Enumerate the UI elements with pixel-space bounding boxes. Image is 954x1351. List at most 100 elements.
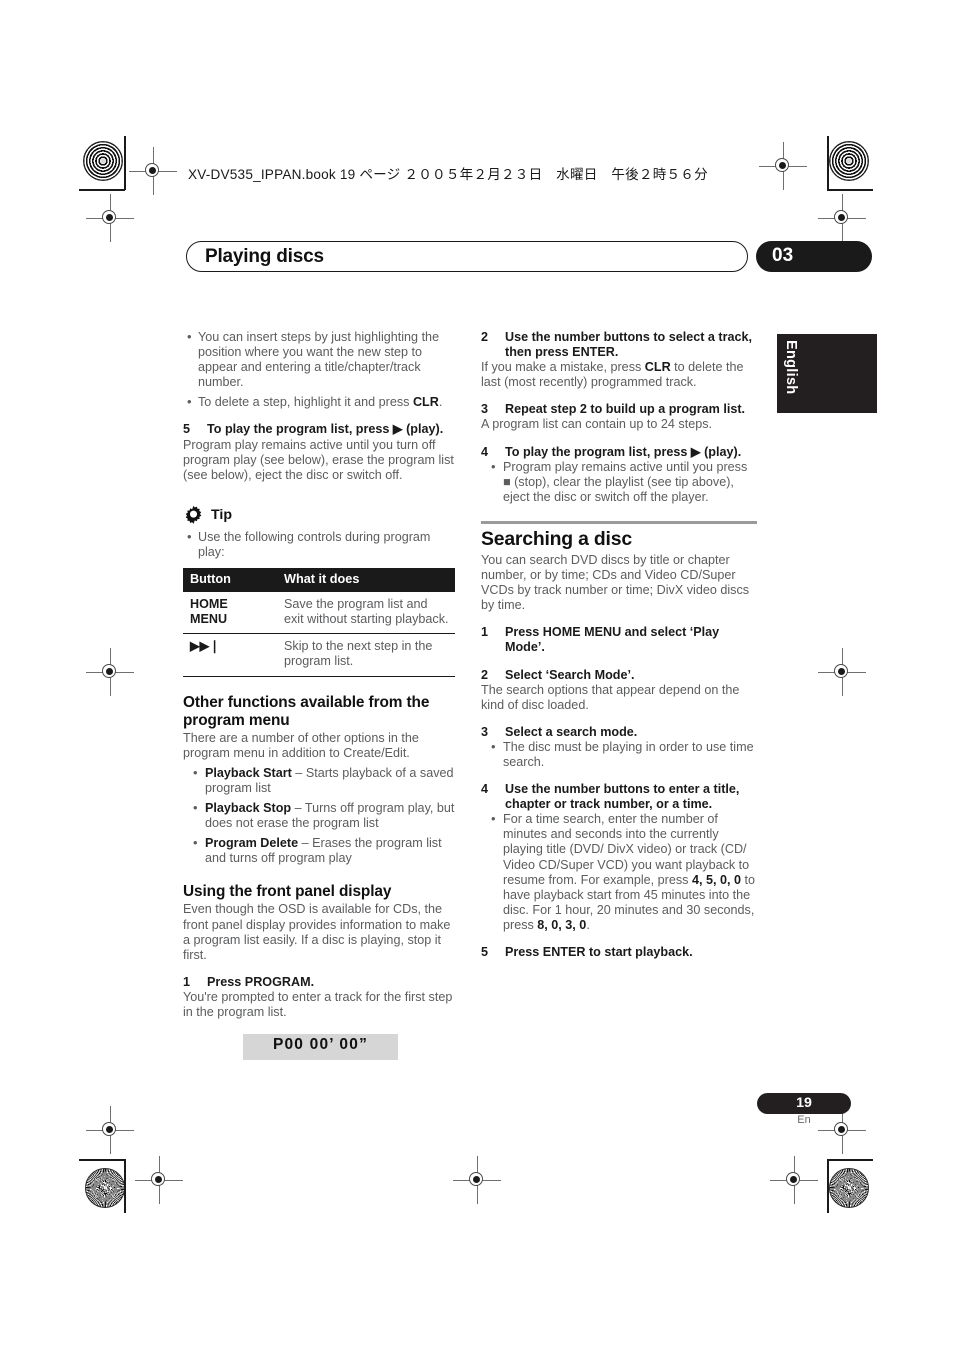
front-panel-step-1-heading: 1 Press PROGRAM. bbox=[183, 975, 459, 990]
registration-target-top-right bbox=[759, 142, 807, 190]
step-number: 5 bbox=[183, 422, 191, 437]
registration-starburst-bottom-right bbox=[829, 1168, 869, 1208]
cell-button-description: Skip to the next step in the program lis… bbox=[272, 633, 455, 677]
list-item: Program play remains active until you pr… bbox=[491, 459, 757, 505]
step-2-heading: 2 Use the number buttons to select a trac… bbox=[481, 330, 757, 360]
crop-mark-top-right-h bbox=[827, 189, 873, 191]
tip-label: Tip bbox=[211, 506, 233, 523]
front-panel-step-1-body: You're prompted to enter a track for the… bbox=[183, 989, 453, 1020]
language-tab-label: English bbox=[783, 340, 799, 395]
registration-target-right-middle bbox=[818, 648, 866, 696]
front-panel-readout: P00 00’ 00” bbox=[272, 1036, 369, 1054]
running-head-filename: XV-DV535_IPPAN.book 19 ページ ２００５年２月２３日 水曜… bbox=[188, 167, 708, 182]
search-step-5-heading: 5 Press ENTER to start playback. bbox=[481, 945, 757, 960]
step-number: 4 bbox=[481, 782, 489, 797]
registration-target-bottom-right bbox=[770, 1156, 818, 1204]
step-2-body: If you make a mistake, press CLR to dele… bbox=[481, 360, 744, 390]
registration-starburst-bottom-left bbox=[85, 1168, 125, 1208]
button-reference-table: Button What it does HOME MENU Save the pr… bbox=[183, 568, 455, 677]
left-column: You can insert steps by just highlightin… bbox=[183, 329, 459, 1061]
step-number: 2 bbox=[481, 330, 489, 344]
front-panel-display-graphic: P00 00’ 00” bbox=[243, 1034, 398, 1061]
step-heading-text: Repeat step 2 to build up a program list… bbox=[505, 402, 746, 417]
crop-mark-bottom-left-h bbox=[79, 1159, 125, 1161]
list-item: Use the following controls during progra… bbox=[187, 529, 459, 560]
step-4-heading: 4 To play the program list, press ▶ (play… bbox=[481, 445, 757, 460]
other-functions-body: There are a number of other options in t… bbox=[183, 731, 419, 761]
subheading-front-panel-display: Using the front panel display bbox=[183, 883, 392, 901]
list-item: You can insert steps by just highlightin… bbox=[187, 329, 459, 390]
table-row: ▶▶❘ Skip to the next step in the program… bbox=[183, 633, 455, 677]
intro-bullet-list: You can insert steps by just highlightin… bbox=[183, 329, 459, 410]
crop-mark-top-right-v bbox=[827, 136, 829, 190]
registration-target-left-upper bbox=[86, 194, 134, 242]
right-column: 2 Use the number buttons to select a trac… bbox=[481, 330, 757, 960]
searching-a-disc-section: Searching a disc You can search DVD disc… bbox=[481, 520, 757, 960]
step-heading-text: Use the number buttons to enter a title,… bbox=[505, 782, 740, 812]
registration-target-top-left bbox=[129, 147, 177, 195]
step-number: 3 bbox=[481, 402, 489, 417]
step-number: 1 bbox=[481, 625, 489, 640]
list-item: The disc must be playing in order to use… bbox=[491, 739, 757, 770]
step-5-heading: 5 To play the program list, press ▶ (play… bbox=[183, 422, 459, 437]
crop-mark-bottom-right-v bbox=[827, 1159, 829, 1213]
chapter-number-badge: 03 bbox=[756, 241, 872, 272]
step-5-body: Program play remains active until you tu… bbox=[183, 437, 454, 482]
gear-icon bbox=[183, 505, 204, 526]
list-item: To delete a step, highlight it and press… bbox=[187, 394, 459, 410]
subheading-other-functions: Other functions available from the progr… bbox=[183, 693, 430, 729]
table-header-row: Button What it does bbox=[183, 568, 455, 593]
registration-starburst-top-right bbox=[829, 141, 869, 181]
registration-target-right-upper bbox=[818, 194, 866, 242]
step-heading-text: Select a search mode. bbox=[505, 724, 638, 739]
cell-button-name: ▶▶❘ bbox=[183, 633, 272, 677]
crop-mark-bottom-left-v bbox=[124, 1159, 126, 1213]
search-step-4-heading: 4 Use the number buttons to enter a title… bbox=[481, 782, 757, 812]
list-item: Program Delete – Erases the program list… bbox=[193, 835, 459, 866]
other-functions-bullet-list: Playback Start – Starts playback of a sa… bbox=[183, 764, 459, 867]
search-step-2-body: The search options that appear depend on… bbox=[481, 682, 740, 712]
list-item: For a time search, enter the number of m… bbox=[491, 811, 757, 933]
step-heading-text: Press ENTER to start playback. bbox=[505, 945, 693, 959]
step-4-bullet-list: Program play remains active until you pr… bbox=[481, 459, 757, 505]
column-header-button: Button bbox=[183, 568, 272, 593]
chapter-number: 03 bbox=[772, 245, 794, 266]
list-item: Playback Stop – Turns off program play, … bbox=[193, 800, 459, 831]
search-step-4-bullet-list: For a time search, enter the number of m… bbox=[481, 811, 757, 933]
page-title: Playing discs bbox=[205, 246, 324, 267]
step-3-body: A program list can contain up to 24 step… bbox=[481, 417, 713, 432]
search-step-2-heading: 2 Select ‘Search Mode’. bbox=[481, 668, 757, 683]
page-number: 19 bbox=[796, 1095, 812, 1111]
step-number: 3 bbox=[481, 724, 489, 739]
search-step-1-heading: 1 Press HOME MENU and select ‘Play Mode’. bbox=[481, 625, 757, 655]
front-panel-body: Even though the OSD is available for CDs… bbox=[183, 902, 451, 962]
step-heading-text: Select ‘Search Mode’. bbox=[505, 667, 635, 682]
registration-target-left-middle bbox=[86, 648, 134, 696]
list-item: Playback Start – Starts playback of a sa… bbox=[193, 764, 459, 796]
table-row: HOME MENU Save the program list and exit … bbox=[183, 592, 455, 635]
step-3-heading: 3 Repeat step 2 to build up a program lis… bbox=[481, 402, 757, 417]
page-number-badge: 19 bbox=[757, 1093, 851, 1114]
skip-forward-icon: ▶▶❘ bbox=[190, 639, 220, 654]
step-heading-text: Press PROGRAM. bbox=[207, 974, 315, 989]
section-heading-searching-a-disc: Searching a disc bbox=[481, 527, 632, 550]
crop-mark-top-left-v bbox=[124, 136, 126, 190]
step-number: 2 bbox=[481, 667, 489, 682]
search-step-3-heading: 3 Select a search mode. bbox=[481, 725, 757, 740]
cell-button-name: HOME MENU bbox=[183, 592, 272, 635]
step-heading-text: Press HOME MENU and select ‘Play Mode’. bbox=[505, 625, 720, 655]
crop-mark-top-left-h bbox=[79, 189, 125, 191]
step-heading-text: To play the program list, press ▶ (play)… bbox=[207, 422, 444, 437]
chapter-title-bar: Playing discs bbox=[186, 241, 748, 272]
registration-target-left-lower bbox=[86, 1106, 134, 1154]
section-rule bbox=[481, 520, 757, 524]
tip-bullet-list: Use the following controls during progra… bbox=[183, 529, 459, 560]
registration-target-bottom-center bbox=[453, 1156, 501, 1204]
language-tab: English bbox=[777, 334, 877, 413]
column-header-what-it-does: What it does bbox=[272, 568, 455, 593]
step-number: 4 bbox=[481, 444, 489, 459]
registration-target-bottom-left bbox=[135, 1156, 183, 1204]
step-heading-text: Use the number buttons to select a track… bbox=[505, 330, 753, 360]
step-number: 1 bbox=[183, 974, 191, 989]
searching-intro-body: You can search DVD discs by title or cha… bbox=[481, 552, 750, 613]
